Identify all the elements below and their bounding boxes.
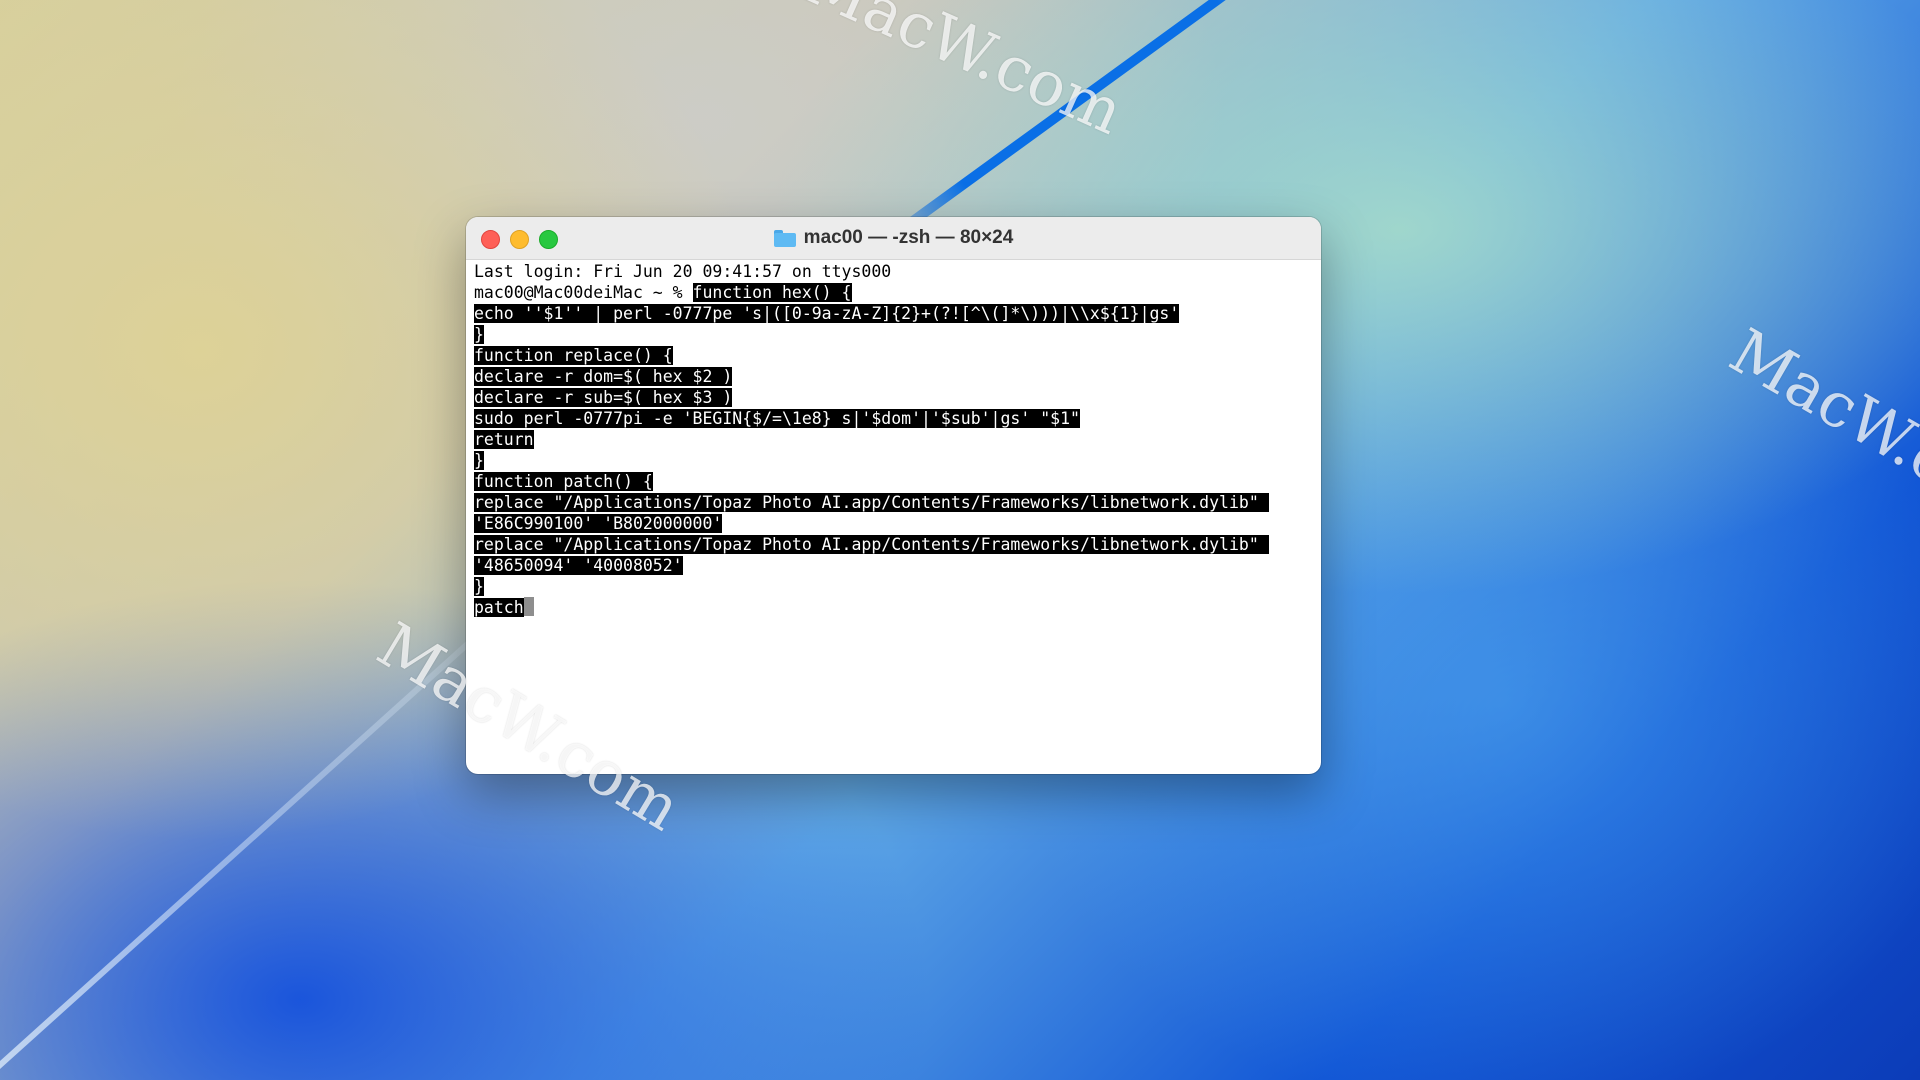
selected-command-text: replace "/Applications/Topaz Photo AI.ap… — [474, 493, 1269, 512]
selected-command-text: replace "/Applications/Topaz Photo AI.ap… — [474, 535, 1269, 554]
folder-icon — [773, 229, 796, 247]
window-title-text: mac00 — -zsh — 80×24 — [803, 227, 1014, 248]
selected-command-text: function patch() { — [474, 472, 653, 491]
selected-command-text: patch — [474, 598, 524, 617]
selected-command-text: return — [474, 430, 534, 449]
title-bar[interactable]: mac00 — -zsh — 80×24 — [466, 217, 1321, 260]
selected-command-text: function replace() { — [474, 346, 673, 365]
shell-prompt: mac00@Mac00deiMac ~ % — [474, 283, 693, 302]
selected-command-text: declare -r dom=$( hex $2 ) — [474, 367, 733, 386]
text-cursor — [523, 597, 534, 616]
selected-command-text: function hex() { — [692, 283, 852, 302]
selected-command-text: declare -r sub=$( hex $3 ) — [474, 388, 733, 407]
selected-command-text: sudo perl -0777pi -e 'BEGIN{$/=\1e8} s|'… — [474, 409, 1080, 428]
selected-command-text: '48650094' '40008052' — [474, 556, 683, 575]
selected-command-text: } — [474, 577, 484, 596]
window-title: mac00 — -zsh — 80×24 — [466, 217, 1321, 259]
selected-command-text: echo ''$1'' | perl -0777pe 's|([0-9a-zA-… — [474, 304, 1180, 323]
selected-command-text: } — [474, 451, 484, 470]
prompt-line: mac00@Mac00deiMac ~ % function hex() { — [474, 282, 1313, 303]
selected-command-text: 'E86C990100' 'B802000000' — [474, 514, 723, 533]
terminal-content[interactable]: Last login: Fri Jun 20 09:41:57 on ttys0… — [474, 261, 1313, 774]
last-login-line: Last login: Fri Jun 20 09:41:57 on ttys0… — [474, 262, 892, 281]
selected-command-text: } — [474, 325, 484, 344]
terminal-window[interactable]: mac00 — -zsh — 80×24 Last login: Fri Jun… — [466, 217, 1321, 774]
